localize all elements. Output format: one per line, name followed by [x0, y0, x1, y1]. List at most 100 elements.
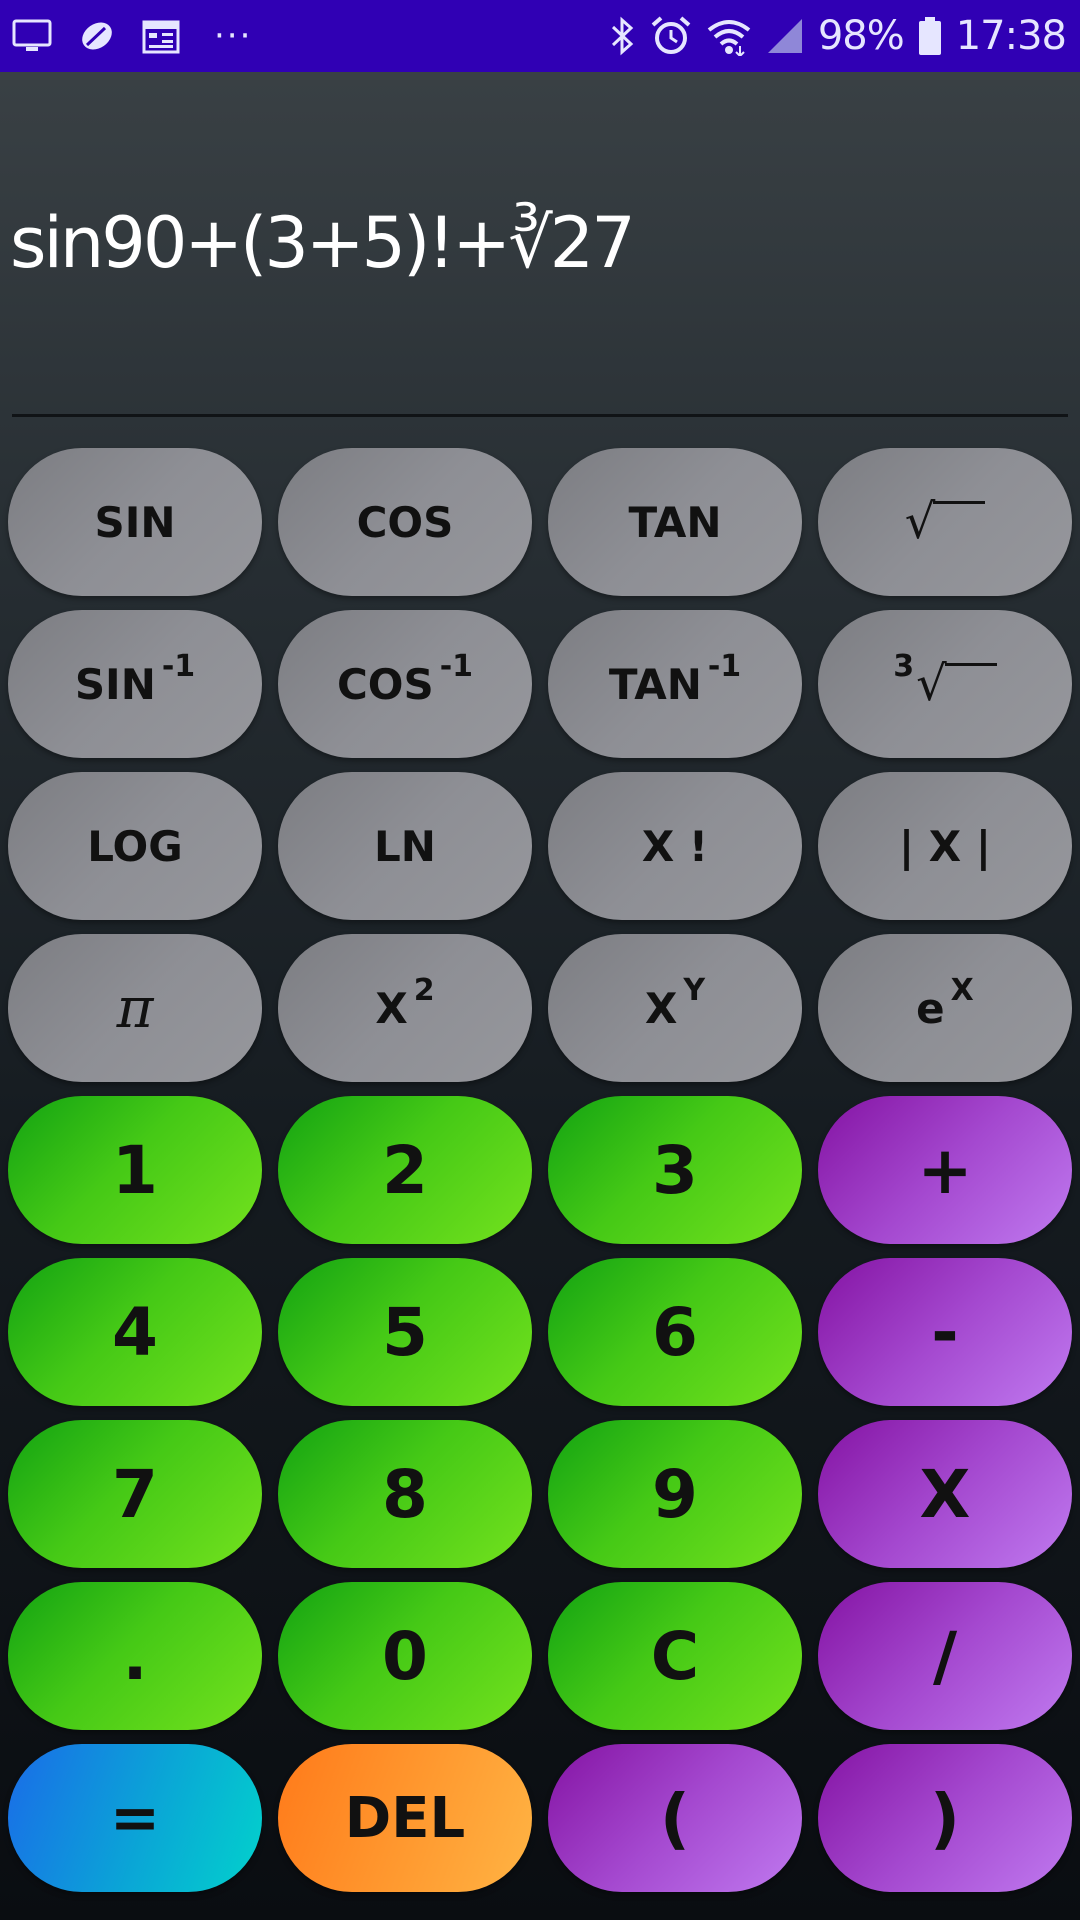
abs-button[interactable]: | X | [818, 772, 1072, 920]
key-label-group: XY [644, 973, 705, 1033]
digit-9-button[interactable]: 9 [548, 1420, 802, 1568]
clock: 17:38 [955, 13, 1067, 59]
key-label: | X | [898, 821, 992, 871]
key-label-group: 3 [652, 1132, 698, 1209]
key-label: 6 [652, 1293, 698, 1371]
key-label-group: DEL [345, 1786, 465, 1851]
equals-button[interactable]: = [8, 1744, 262, 1892]
signal-icon [766, 17, 804, 55]
key-label-group: ) [930, 1780, 960, 1857]
key-label-group: C [651, 1618, 699, 1695]
cos-button[interactable]: COS [278, 448, 532, 596]
key-label: X ! [641, 821, 709, 871]
key-label: 3 [652, 1131, 698, 1209]
key-label-group: COS [357, 498, 454, 547]
key-label-group: TAN [628, 498, 721, 547]
key-label: X [644, 983, 678, 1033]
status-right-icons: 98% 17:38 [610, 13, 1067, 59]
clear-button[interactable]: C [548, 1582, 802, 1730]
leaf-icon [78, 19, 116, 53]
battery-icon [918, 16, 942, 56]
key-label: 9 [652, 1455, 698, 1533]
tan-button[interactable]: TAN [548, 448, 802, 596]
key-label-group: √ [905, 494, 986, 550]
divide-button[interactable]: / [818, 1582, 1072, 1730]
key-label: 4 [112, 1293, 158, 1371]
digit-3-button[interactable]: 3 [548, 1096, 802, 1244]
arccos-button[interactable]: COS -1 [278, 610, 532, 758]
key-label: SIN [94, 497, 176, 547]
battery-percent: 98% [817, 13, 905, 59]
key-label: 5 [382, 1293, 428, 1371]
key-superscript: -1 [707, 648, 742, 684]
digit-6-button[interactable]: 6 [548, 1258, 802, 1406]
key-label-group: LOG [87, 822, 182, 871]
key-label: 7 [112, 1455, 158, 1533]
key-label: . [122, 1617, 148, 1695]
expression-text: sin90+(3+5)!+∛27 [10, 202, 636, 284]
digit-0-button[interactable]: 0 [278, 1582, 532, 1730]
radical-bar [944, 662, 997, 666]
x-power-y-button[interactable]: XY [548, 934, 802, 1082]
x-squared-button[interactable]: X2 [278, 934, 532, 1082]
log-button[interactable]: LOG [8, 772, 262, 920]
key-label: / [932, 1617, 958, 1695]
key-label: 8 [382, 1455, 428, 1533]
digit-8-button[interactable]: 8 [278, 1420, 532, 1568]
pi-button[interactable]: π [8, 934, 262, 1082]
key-label: COS [356, 497, 454, 547]
digit-4-button[interactable]: 4 [8, 1258, 262, 1406]
sin-button[interactable]: SIN [8, 448, 262, 596]
key-label: DEL [344, 1785, 466, 1851]
key-label: 0 [382, 1617, 428, 1695]
key-label: √ [916, 656, 947, 712]
key-label-group: 5 [382, 1294, 428, 1371]
key-label: TAN [628, 497, 722, 547]
key-label: COS [336, 659, 434, 709]
key-label-group: ( [660, 1780, 690, 1857]
arctan-button[interactable]: TAN -1 [548, 610, 802, 758]
key-label-group: + [917, 1132, 972, 1209]
digit-5-button[interactable]: 5 [278, 1258, 532, 1406]
digit-2-button[interactable]: 2 [278, 1096, 532, 1244]
key-label-group: | X | [899, 822, 991, 871]
square-root-button[interactable]: √ [818, 448, 1072, 596]
digit-1-button[interactable]: 1 [8, 1096, 262, 1244]
key-label: π [116, 975, 154, 1041]
key-label-group: X2 [375, 973, 434, 1033]
delete-button[interactable]: DEL [278, 1744, 532, 1892]
key-label-group: 7 [112, 1456, 158, 1533]
key-label-group: - [931, 1294, 958, 1371]
key-label-group: X [920, 1456, 971, 1533]
key-label-group: eX [916, 973, 974, 1033]
key-label-group: SIN -1 [75, 649, 195, 709]
key-label: = [109, 1783, 161, 1853]
key-label: TAN [608, 659, 702, 709]
key-label: 1 [112, 1131, 158, 1209]
close-paren-button[interactable]: ) [818, 1744, 1072, 1892]
cube-root-button[interactable]: 3 √ [818, 610, 1072, 758]
multiply-button[interactable]: X [818, 1420, 1072, 1568]
key-label-group: 9 [652, 1456, 698, 1533]
key-label: ) [929, 1779, 961, 1857]
open-paren-button[interactable]: ( [548, 1744, 802, 1892]
decimal-button[interactable]: . [8, 1582, 262, 1730]
minus-button[interactable]: - [818, 1258, 1072, 1406]
key-label-group: / [933, 1618, 957, 1695]
alarm-icon [650, 15, 692, 57]
plus-button[interactable]: + [818, 1096, 1072, 1244]
key-root-index: 3 [893, 648, 915, 684]
key-label: ( [659, 1779, 691, 1857]
wifi-icon [706, 16, 752, 56]
ln-button[interactable]: LN [278, 772, 532, 920]
arcsin-button[interactable]: SIN -1 [8, 610, 262, 758]
digit-7-button[interactable]: 7 [8, 1420, 262, 1568]
key-label-group: 8 [382, 1456, 428, 1533]
key-label-group: 1 [112, 1132, 158, 1209]
key-label-group: 0 [382, 1618, 428, 1695]
key-superscript: -1 [439, 648, 474, 684]
factorial-button[interactable]: X ! [548, 772, 802, 920]
calculator-display: sin90+(3+5)!+∛27 [0, 72, 1080, 417]
e-power-x-button[interactable]: eX [818, 934, 1072, 1082]
more-dots-icon: ··· [214, 16, 253, 56]
